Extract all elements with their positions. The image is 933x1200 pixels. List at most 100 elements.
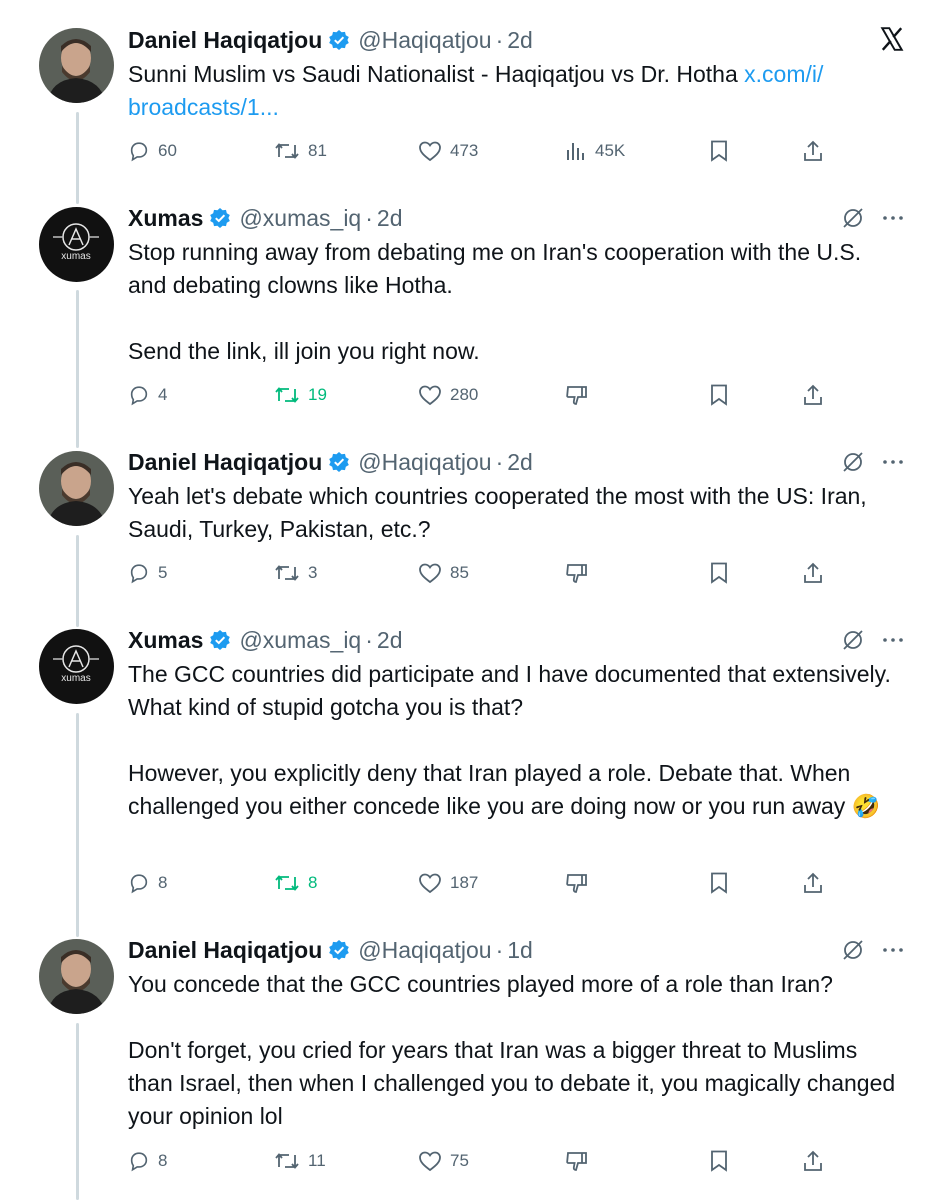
author-name[interactable]: Daniel Haqiqatjou: [128, 937, 322, 964]
heart-icon: [419, 141, 441, 162]
timestamp[interactable]: 2d: [507, 27, 533, 54]
share-icon: [804, 384, 822, 405]
verified-badge-icon: [329, 940, 350, 960]
reply-button[interactable]: 8: [128, 868, 167, 898]
like-count: 75: [450, 1151, 469, 1170]
downvote-button[interactable]: [565, 558, 589, 588]
repost-icon: [275, 143, 299, 159]
share-button[interactable]: [802, 136, 824, 166]
tweet-text: The GCC countries did participate and I …: [128, 661, 891, 819]
avatar-label: xumas: [61, 251, 90, 262]
repost-button[interactable]: 19: [274, 380, 327, 410]
share-button[interactable]: [802, 1146, 824, 1176]
share-button[interactable]: [802, 558, 824, 588]
bookmark-icon: [711, 140, 727, 162]
reply-button[interactable]: 4: [128, 380, 167, 410]
reply-button[interactable]: 8: [128, 1146, 167, 1176]
author-name[interactable]: Daniel Haqiqatjou: [128, 449, 322, 476]
repost-button[interactable]: 81: [274, 136, 327, 166]
bar-chart-icon: [567, 143, 584, 160]
author-name[interactable]: Xumas: [128, 627, 203, 654]
share-icon: [804, 562, 822, 583]
like-button[interactable]: 473: [418, 136, 478, 166]
thumbs-down-icon: [566, 874, 587, 893]
bookmark-icon: [711, 384, 727, 406]
repost-button[interactable]: 11: [274, 1146, 326, 1176]
author-handle[interactable]: @Haqiqatjou: [358, 449, 491, 476]
bookmark-icon: [711, 872, 727, 894]
timestamp[interactable]: 2d: [507, 449, 533, 476]
like-button[interactable]: 75: [418, 1146, 469, 1176]
reply-icon: [130, 1152, 148, 1172]
avatar[interactable]: xumas: [39, 629, 114, 704]
reply-icon: [130, 386, 148, 406]
verified-badge-icon: [329, 452, 350, 472]
reply-count: 4: [158, 385, 168, 404]
repost-count: 11: [308, 1151, 326, 1170]
share-button[interactable]: [802, 380, 824, 410]
author-name[interactable]: Daniel Haqiqatjou: [128, 27, 322, 54]
views-button[interactable]: 45K: [565, 136, 625, 166]
reply-button[interactable]: 5: [128, 558, 167, 588]
like-count: 473: [450, 141, 479, 160]
bookmark-button[interactable]: [708, 868, 730, 898]
like-button[interactable]: 187: [418, 868, 478, 898]
view-count: 45K: [595, 141, 626, 160]
more-options-icon[interactable]: [881, 628, 905, 652]
bookmark-button[interactable]: [708, 1146, 730, 1176]
bookmark-button[interactable]: [708, 558, 730, 588]
bookmark-button[interactable]: [708, 380, 730, 410]
repost-count: 3: [308, 563, 318, 582]
timestamp[interactable]: 2d: [377, 627, 403, 654]
tweet-text-body: Sunni Muslim vs Saudi Nationalist - Haqi…: [128, 61, 745, 87]
more-options-icon[interactable]: [881, 450, 905, 474]
bookmark-button[interactable]: [708, 136, 730, 166]
grok-icon[interactable]: [841, 938, 865, 962]
heart-icon: [419, 385, 441, 406]
tweet-text: You concede that the GCC countries playe…: [128, 971, 896, 1129]
author-handle[interactable]: @xumas_iq: [239, 627, 361, 654]
share-icon: [804, 872, 822, 893]
thread-line: [76, 1023, 79, 1200]
tweet-text: Stop running away from debating me on Ir…: [128, 239, 862, 364]
avatar[interactable]: [39, 939, 114, 1014]
author-handle[interactable]: @Haqiqatjou: [358, 27, 491, 54]
share-icon: [804, 140, 822, 161]
verified-badge-icon: [329, 30, 350, 50]
author-handle[interactable]: @xumas_iq: [239, 205, 361, 232]
grok-icon[interactable]: [841, 206, 865, 230]
like-button[interactable]: 280: [418, 380, 478, 410]
author-handle[interactable]: @Haqiqatjou: [358, 937, 491, 964]
more-options-icon[interactable]: [881, 938, 905, 962]
grok-icon[interactable]: [841, 628, 865, 652]
avatar-label: xumas: [61, 673, 90, 684]
reply-count: 8: [158, 1151, 168, 1170]
downvote-button[interactable]: [565, 868, 589, 898]
avatar[interactable]: xumas: [39, 207, 114, 282]
grok-icon[interactable]: [841, 450, 865, 474]
avatar[interactable]: [39, 451, 114, 526]
verified-badge-icon: [210, 630, 231, 650]
repost-count: 8: [308, 873, 318, 892]
reply-icon: [130, 142, 148, 162]
repost-button[interactable]: 3: [274, 558, 317, 588]
repost-icon: [275, 565, 299, 581]
downvote-button[interactable]: [565, 380, 589, 410]
reply-button[interactable]: 60: [128, 136, 177, 166]
like-count: 280: [450, 385, 479, 404]
timestamp[interactable]: 1d: [507, 937, 533, 964]
like-button[interactable]: 85: [418, 558, 469, 588]
thread-line: [76, 290, 79, 448]
author-name[interactable]: Xumas: [128, 205, 203, 232]
avatar[interactable]: [39, 28, 114, 103]
repost-icon: [275, 1153, 299, 1169]
separator-dot: ·: [365, 204, 373, 231]
repost-icon: [275, 387, 299, 403]
more-options-icon[interactable]: [881, 206, 905, 230]
timestamp[interactable]: 2d: [377, 205, 403, 232]
reply-count: 5: [158, 563, 168, 582]
repost-button[interactable]: 8: [274, 868, 317, 898]
thread-line: [76, 112, 79, 204]
share-button[interactable]: [802, 868, 824, 898]
downvote-button[interactable]: [565, 1146, 589, 1176]
